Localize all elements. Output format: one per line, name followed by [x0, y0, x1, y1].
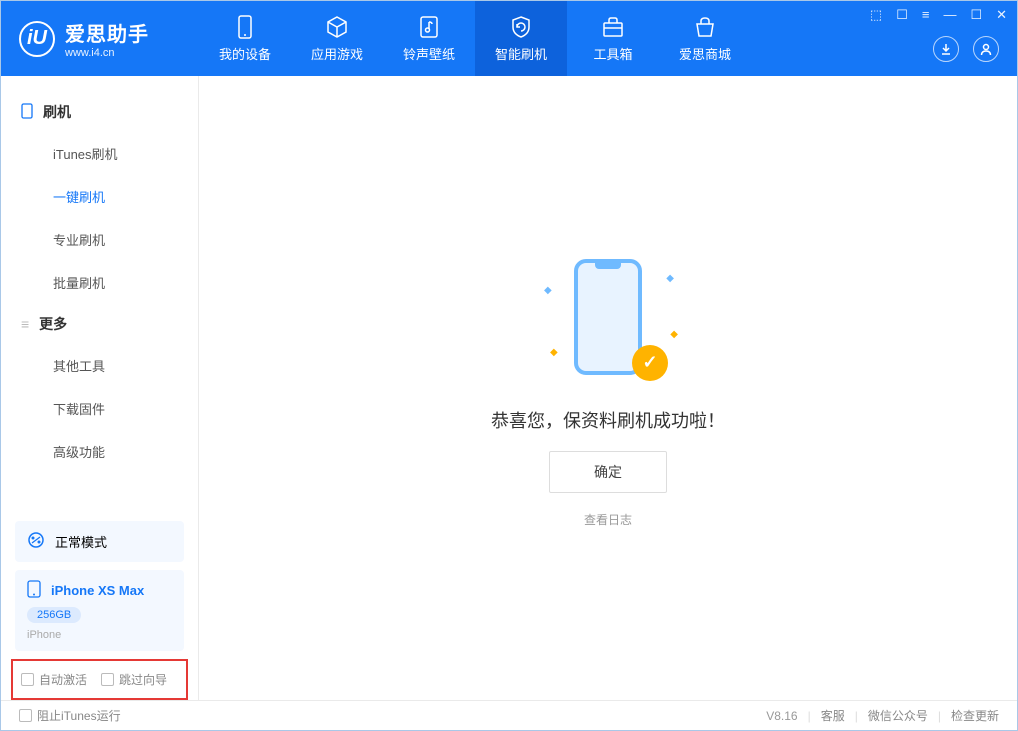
checkbox-block-itunes[interactable]: 阻止iTunes运行 [19, 707, 121, 724]
cube-icon [324, 14, 350, 40]
checkbox-skip-wizard[interactable]: 跳过向导 [101, 671, 167, 688]
footer: 阻止iTunes运行 V8.16 | 客服 | 微信公众号 | 检查更新 [1, 700, 1017, 730]
sparkle-icon: ◆ [670, 329, 678, 340]
sidebar-item-download-firmware[interactable]: 下载固件 [1, 387, 198, 430]
device-type: iPhone [27, 629, 61, 641]
nav-tab-ringtones[interactable]: 铃声壁纸 [383, 1, 475, 76]
device-icon [232, 14, 258, 40]
footer-right: V8.16 | 客服 | 微信公众号 | 检查更新 [766, 707, 999, 724]
lock-icon[interactable]: ☐ [896, 7, 908, 23]
options-highlight-box: 自动激活 跳过向导 [11, 659, 188, 700]
nav-tab-store[interactable]: 爱思商城 [659, 1, 751, 76]
nav-tab-apps[interactable]: 应用游戏 [291, 1, 383, 76]
checkmark-badge-icon: ✓ [632, 345, 668, 381]
success-illustration: ◆ ◆ ◆ ◆ ✓ [538, 249, 678, 389]
ok-button[interactable]: 确定 [549, 451, 667, 493]
sidebar-item-itunes-flash[interactable]: iTunes刷机 [1, 132, 198, 175]
store-icon [692, 14, 718, 40]
sidebar-bottom: 正常模式 iPhone XS Max 256GB iPhone 自动激活 跳过向… [1, 513, 198, 700]
window-controls: ⬚ ☐ ≡ — ☐ ✕ [870, 7, 1007, 23]
logo-text: 爱思助手 www.i4.cn [65, 18, 149, 59]
maximize-icon[interactable]: ☐ [970, 7, 982, 23]
nav-label: 工具箱 [593, 44, 632, 63]
sparkle-icon: ◆ [550, 347, 558, 358]
nav-label: 应用游戏 [311, 44, 363, 63]
sidebar-item-advanced[interactable]: 高级功能 [1, 430, 198, 473]
separator: | [808, 709, 811, 723]
checkbox-auto-activate[interactable]: 自动激活 [21, 671, 87, 688]
menu-lines-icon: ≡ [21, 316, 29, 332]
separator: | [938, 709, 941, 723]
section-title: 刷机 [43, 102, 71, 122]
sidebar-item-oneclick-flash[interactable]: 一键刷机 [1, 175, 198, 218]
nav-tab-toolbox[interactable]: 工具箱 [567, 1, 659, 76]
version-label: V8.16 [766, 709, 797, 723]
checkbox-label: 阻止iTunes运行 [37, 707, 121, 724]
view-log-link[interactable]: 查看日志 [584, 511, 632, 528]
mode-icon [27, 531, 45, 552]
sidebar-section-flash: 刷机 [1, 92, 198, 132]
nav-tabs: 我的设备 应用游戏 铃声壁纸 智能刷机 工具箱 爱思商城 [199, 1, 751, 76]
app-header: iU 爱思助手 www.i4.cn 我的设备 应用游戏 铃声壁纸 智能刷机 工具… [1, 1, 1017, 76]
footer-link-support[interactable]: 客服 [821, 707, 845, 724]
mode-box[interactable]: 正常模式 [15, 521, 184, 562]
sparkle-icon: ◆ [544, 285, 552, 296]
menu-icon[interactable]: ≡ [922, 7, 930, 23]
main-content: ◆ ◆ ◆ ◆ ✓ 恭喜您，保资料刷机成功啦！ 确定 查看日志 [199, 76, 1017, 700]
close-icon[interactable]: ✕ [996, 7, 1007, 23]
toolbox-icon [600, 14, 626, 40]
device-storage-badge: 256GB [27, 607, 81, 623]
nav-label: 智能刷机 [495, 44, 547, 63]
device-box[interactable]: iPhone XS Max 256GB iPhone [15, 570, 184, 651]
device-name: iPhone XS Max [51, 583, 144, 598]
nav-tab-device[interactable]: 我的设备 [199, 1, 291, 76]
nav-label: 爱思商城 [679, 44, 731, 63]
checkbox-label: 跳过向导 [119, 671, 167, 688]
body: 刷机 iTunes刷机 一键刷机 专业刷机 批量刷机 ≡ 更多 其他工具 下载固… [1, 76, 1017, 700]
sidebar-item-pro-flash[interactable]: 专业刷机 [1, 218, 198, 261]
user-icon[interactable] [973, 36, 999, 62]
section-title: 更多 [39, 314, 67, 334]
app-title: 爱思助手 [65, 18, 149, 47]
sidebar-item-other-tools[interactable]: 其他工具 [1, 344, 198, 387]
sparkle-icon: ◆ [666, 273, 674, 284]
sidebar-section-more: ≡ 更多 [1, 304, 198, 344]
checkbox-icon [101, 673, 114, 686]
minimize-icon[interactable]: — [943, 7, 956, 23]
checkbox-label: 自动激活 [39, 671, 87, 688]
sidebar: 刷机 iTunes刷机 一键刷机 专业刷机 批量刷机 ≡ 更多 其他工具 下载固… [1, 76, 199, 700]
success-message: 恭喜您，保资料刷机成功啦！ [491, 407, 725, 433]
logo-icon: iU [19, 21, 55, 57]
mode-label: 正常模式 [55, 532, 107, 551]
download-icon[interactable] [933, 36, 959, 62]
phone-small-icon [21, 103, 33, 122]
footer-link-wechat[interactable]: 微信公众号 [868, 707, 928, 724]
refresh-shield-icon [508, 14, 534, 40]
music-icon [416, 14, 442, 40]
separator: | [855, 709, 858, 723]
footer-left: 阻止iTunes运行 [19, 707, 121, 724]
header-actions [933, 36, 999, 62]
checkbox-icon [19, 709, 32, 722]
footer-link-update[interactable]: 检查更新 [951, 707, 999, 724]
checkbox-icon [21, 673, 34, 686]
logo-area: iU 爱思助手 www.i4.cn [19, 18, 199, 59]
device-phone-icon [27, 580, 41, 601]
nav-tab-flash[interactable]: 智能刷机 [475, 1, 567, 76]
nav-label: 我的设备 [219, 44, 271, 63]
nav-label: 铃声壁纸 [403, 44, 455, 63]
app-url: www.i4.cn [65, 47, 149, 59]
phone-notch [595, 263, 621, 269]
sidebar-item-batch-flash[interactable]: 批量刷机 [1, 261, 198, 304]
shirt-icon[interactable]: ⬚ [870, 7, 882, 23]
